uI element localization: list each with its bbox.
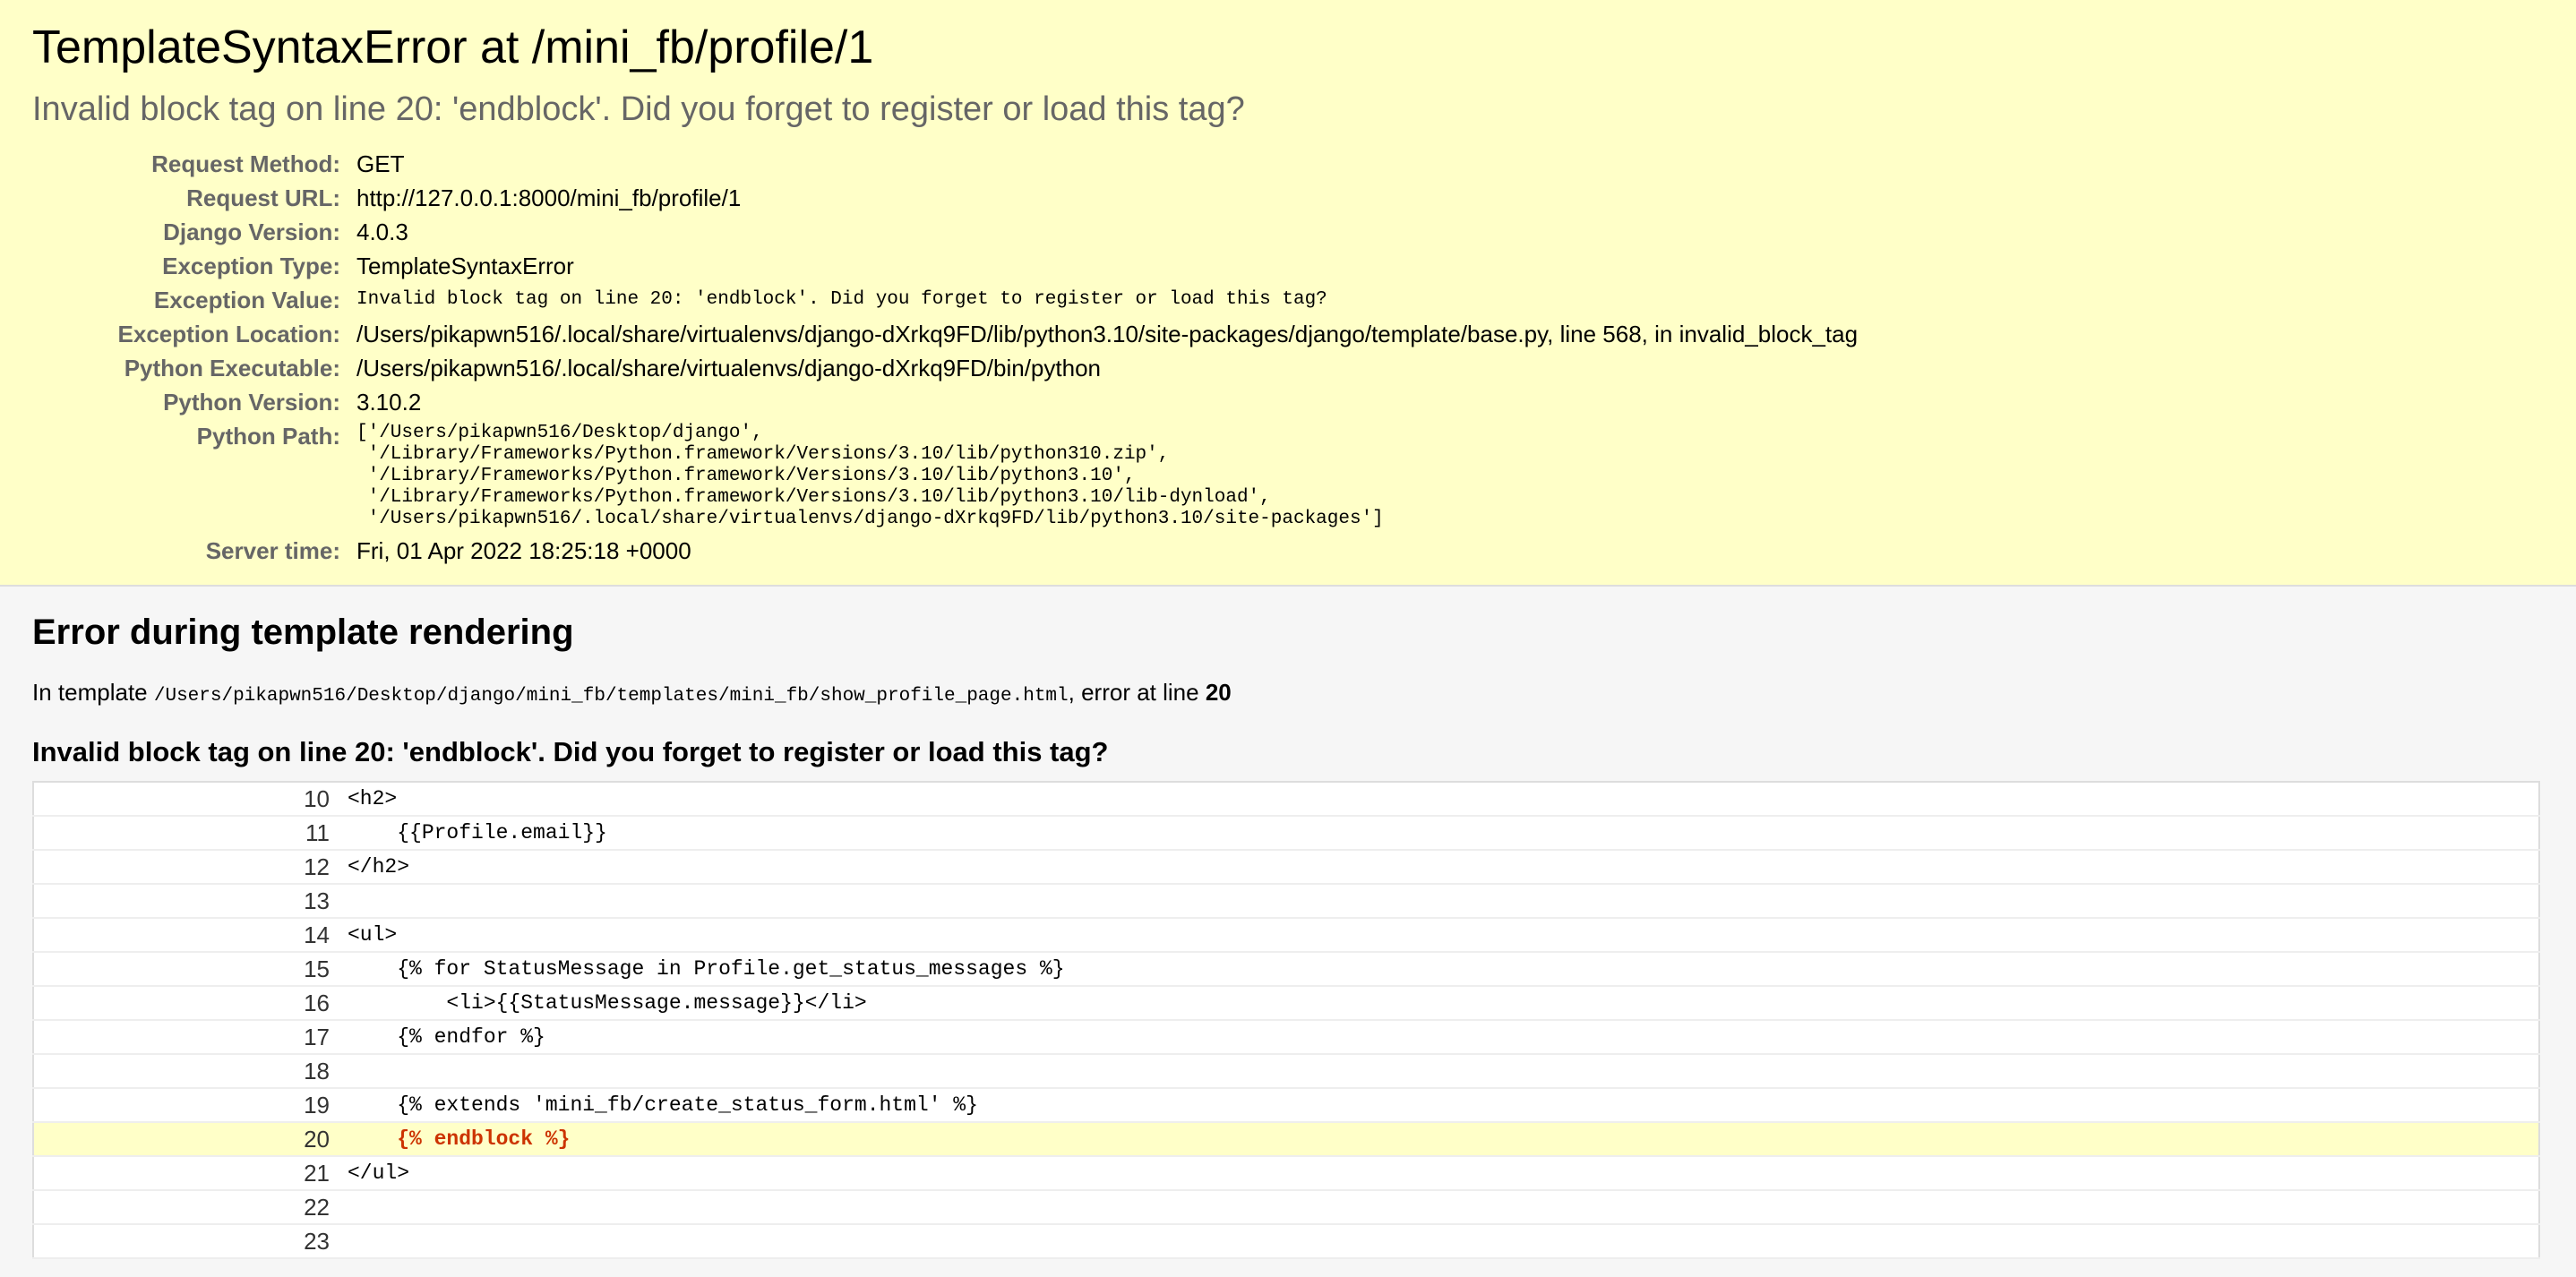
- line-number: 13: [33, 884, 342, 919]
- source-line: 16 <li>{{StatusMessage.message}}</li>: [33, 986, 2539, 1021]
- line-code: <li>{{StatusMessage.message}}</li>: [342, 986, 2539, 1021]
- template-path: /Users/pikapwn516/Desktop/django/mini_fb…: [153, 686, 1069, 707]
- line-number: 10: [33, 782, 342, 817]
- source-line: 17 {% endfor %}: [33, 1020, 2539, 1055]
- line-number: 12: [33, 850, 342, 885]
- template-error-heading: Error during template rendering: [32, 613, 574, 652]
- source-line: 18: [33, 1054, 2539, 1089]
- meta-row-request-url: Request URL: http://127.0.0.1:8000/mini_…: [39, 181, 1858, 215]
- meta-label: Python Path:: [196, 423, 340, 450]
- meta-value-cell: ['/Users/pikapwn516/Desktop/django', '/L…: [356, 419, 1858, 534]
- meta-label: Request URL:: [186, 184, 340, 211]
- in-template-prefix: In template: [32, 679, 154, 706]
- template-error-message: Invalid block tag on line 20: 'endblock'…: [32, 736, 1109, 767]
- template-location: In template /Users/pikapwn516/Desktop/dj…: [32, 678, 2544, 711]
- meta-value: Invalid block tag on line 20: 'endblock'…: [356, 289, 1327, 310]
- python-path-value: ['/Users/pikapwn516/Desktop/django', '/L…: [356, 423, 1384, 529]
- meta-value: TemplateSyntaxError: [356, 253, 574, 279]
- line-code: {% endfor %}: [342, 1020, 2539, 1055]
- meta-label: Python Executable:: [124, 355, 340, 381]
- line-code: {% for StatusMessage in Profile.get_stat…: [342, 952, 2539, 987]
- meta-label: Python Version:: [163, 389, 340, 416]
- source-line: 23: [33, 1224, 2539, 1259]
- meta-value: http://127.0.0.1:8000/mini_fb/profile/1: [356, 184, 742, 211]
- meta-value: 3.10.2: [356, 389, 422, 416]
- meta-value: GET: [356, 150, 405, 177]
- request-meta-table: Request Method: GET Request URL: http://…: [39, 147, 1859, 568]
- source-line: 19 {% extends 'mini_fb/create_status_for…: [33, 1088, 2539, 1123]
- meta-label: Exception Type:: [162, 253, 340, 279]
- line-code: <h2>: [342, 782, 2539, 817]
- meta-row-exception-value: Exception Value: Invalid block tag on li…: [39, 283, 1858, 317]
- meta-row-server-time: Server time: Fri, 01 Apr 2022 18:25:18 +…: [39, 534, 1858, 568]
- error-at-text: , error at line: [1068, 679, 1206, 706]
- meta-row-django-version: Django Version: 4.0.3: [39, 215, 1858, 249]
- error-summary: TemplateSyntaxError at /mini_fb/profile/…: [0, 0, 2576, 587]
- meta-row-exception-location: Exception Location: /Users/pikapwn516/.l…: [39, 317, 1859, 351]
- meta-row-python-path: Python Path: ['/Users/pikapwn516/Desktop…: [39, 419, 1858, 534]
- line-number: 15: [33, 952, 342, 987]
- line-code: [342, 884, 2539, 919]
- template-source-table: 10 <h2> 11 {{Profile.email}} 12 </h2> 13 1…: [32, 781, 2540, 1259]
- source-line: 12 </h2>: [33, 850, 2539, 885]
- line-number: 18: [33, 1054, 342, 1089]
- meta-row-python-executable: Python Executable: /Users/pikapwn516/.lo…: [39, 351, 1858, 385]
- line-code: {{Profile.email}}: [342, 816, 2539, 851]
- meta-label: Exception Value:: [153, 287, 340, 313]
- source-line-error: 20 {% endblock %}: [33, 1122, 2539, 1157]
- source-line: 15 {% for StatusMessage in Profile.get_s…: [33, 952, 2539, 987]
- source-line: 11 {{Profile.email}}: [33, 816, 2539, 851]
- line-code-error: {% endblock %}: [342, 1122, 2539, 1157]
- line-code: </ul>: [342, 1156, 2539, 1191]
- line-number: 23: [33, 1224, 342, 1259]
- source-line: 21 </ul>: [33, 1156, 2539, 1191]
- line-code: <ul>: [342, 918, 2539, 953]
- line-code: [342, 1190, 2539, 1225]
- line-number: 11: [33, 816, 342, 851]
- meta-row-exception-type: Exception Type: TemplateSyntaxError: [39, 249, 1858, 283]
- template-error-section: Error during template rendering In templ…: [0, 587, 2576, 1277]
- source-line: 22: [33, 1190, 2539, 1225]
- line-number: 17: [33, 1020, 342, 1055]
- meta-label: Server time:: [205, 537, 340, 564]
- line-number: 19: [33, 1088, 342, 1123]
- meta-row-python-version: Python Version: 3.10.2: [39, 385, 1858, 419]
- source-line: 14 <ul>: [33, 918, 2539, 953]
- meta-label: Request Method:: [151, 150, 340, 177]
- meta-value: /Users/pikapwn516/.local/share/virtualen…: [356, 321, 1859, 347]
- line-number: 22: [33, 1190, 342, 1225]
- line-number: 14: [33, 918, 342, 953]
- source-line: 13: [33, 884, 2539, 919]
- meta-value: Fri, 01 Apr 2022 18:25:18 +0000: [356, 537, 691, 564]
- page-title: TemplateSyntaxError at /mini_fb/profile/…: [32, 21, 874, 73]
- line-code: [342, 1224, 2539, 1259]
- meta-label: Django Version:: [163, 219, 340, 245]
- line-code: </h2>: [342, 850, 2539, 885]
- exception-message: Invalid block tag on line 20: 'endblock'…: [32, 90, 1245, 128]
- line-number: 21: [33, 1156, 342, 1191]
- line-number: 20: [33, 1122, 342, 1157]
- meta-label: Exception Location:: [117, 321, 340, 347]
- line-number: 16: [33, 986, 342, 1021]
- meta-row-request-method: Request Method: GET: [39, 147, 1858, 181]
- meta-value: /Users/pikapwn516/.local/share/virtualen…: [356, 355, 1101, 381]
- source-line: 10 <h2>: [33, 782, 2539, 817]
- error-line-number: 20: [1205, 679, 1232, 706]
- meta-value: 4.0.3: [356, 219, 408, 245]
- line-code: {% extends 'mini_fb/create_status_form.h…: [342, 1088, 2539, 1123]
- line-code: [342, 1054, 2539, 1089]
